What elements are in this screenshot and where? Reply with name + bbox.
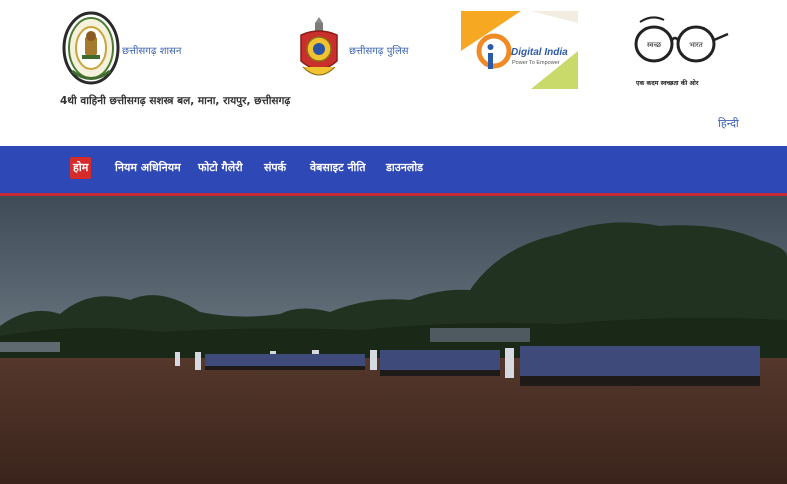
cg-police-emblem-icon[interactable] [295,15,343,85]
hero-banner-image [0,196,787,484]
digital-india-title: Digital India [511,47,568,58]
unit-name-heading: 4थी वाहिनी छत्तीसगढ़ सशस्त्र बल, माना, र… [60,95,291,107]
nav-home[interactable]: होम [70,157,92,179]
cg-police-label: छत्तीसगढ़ पुलिस [349,46,409,57]
main-navigation: होम नियम अधिनियम फोटो गैलेरी संपर्क वेबस… [0,146,787,193]
nav-rules-acts[interactable]: नियम अधिनियम [115,157,181,179]
language-toggle-link[interactable]: हिन्दी [718,116,739,131]
nav-website-policy[interactable]: वेबसाइट नीति [310,157,366,179]
cg-government-emblem-icon[interactable] [62,11,120,88]
site-header: छत्तीसगढ़ शासन छत्तीसगढ़ पुलिस 4थी वाहिन… [0,0,787,146]
parade-ground-photo-icon [0,196,787,484]
swachh-tagline: एक कदम स्वच्छता की ओर [635,79,699,87]
swachh-word: स्वच्छ [647,41,662,49]
cg-government-label: छत्तीसगढ़ शासन [122,46,182,57]
nav-contact[interactable]: संपर्क [264,157,286,179]
nav-download[interactable]: डाउनलोड [386,157,423,179]
swachh-bharat-logo-icon[interactable]: स्वच्छ भारत एक कदम स्वच्छता की ओर [632,12,730,90]
digital-india-logo-icon[interactable]: Digital India Power To Empower [461,11,578,89]
digital-india-tagline: Power To Empower [512,60,560,66]
bharat-word: भारत [689,41,704,49]
nav-photo-gallery[interactable]: फोटो गैलेरी [198,157,243,179]
